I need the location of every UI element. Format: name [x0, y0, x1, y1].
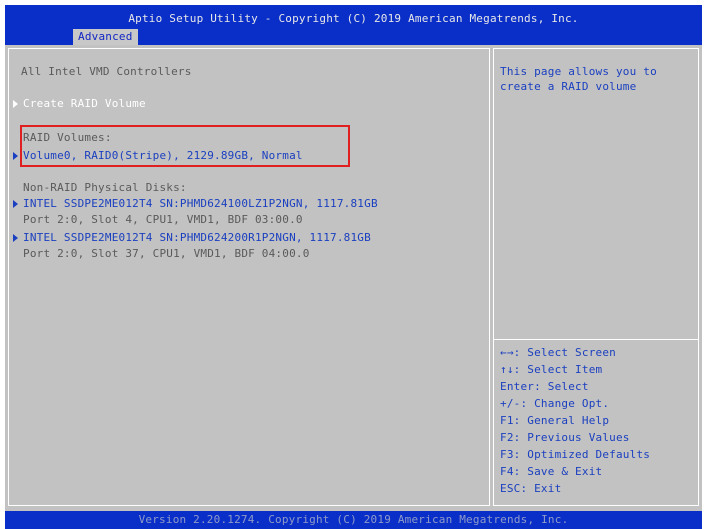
- submenu-arrow-icon: [13, 234, 18, 242]
- key-hint: Enter: Select: [500, 380, 589, 393]
- settings-panel: All Intel VMD Controllers Create RAID Vo…: [8, 48, 490, 506]
- disk-location: Port 2:0, Slot 4, CPU1, VMD1, BDF 03:00.…: [23, 213, 303, 226]
- main-area: All Intel VMD Controllers Create RAID Vo…: [5, 45, 702, 511]
- disk-location: Port 2:0, Slot 37, CPU1, VMD1, BDF 04:00…: [23, 247, 310, 260]
- disk-name: INTEL SSDPE2ME012T4 SN:PHMD624100LZ1P2NG…: [23, 197, 378, 210]
- key-hint: ←→: Select Screen: [500, 346, 616, 359]
- help-text-line: This page allows you to: [500, 65, 657, 78]
- footer-bar: Version 2.20.1274. Copyright (C) 2019 Am…: [5, 511, 702, 529]
- create-raid-volume-item[interactable]: Create RAID Volume: [13, 97, 146, 111]
- disk-item[interactable]: INTEL SSDPE2ME012T4 SN:PHMD624100LZ1P2NG…: [13, 197, 378, 211]
- help-text-line: create a RAID volume: [500, 80, 637, 93]
- raid-volumes-highlight: [20, 125, 350, 167]
- header-bar: Aptio Setup Utility - Copyright (C) 2019…: [5, 5, 702, 45]
- app-title: Aptio Setup Utility - Copyright (C) 2019…: [128, 12, 579, 25]
- key-hint: F4: Save & Exit: [500, 465, 603, 478]
- version-text: Version 2.20.1274. Copyright (C) 2019 Am…: [138, 513, 569, 526]
- help-divider: [494, 339, 698, 340]
- create-raid-volume-label: Create RAID Volume: [23, 97, 146, 110]
- tab-advanced[interactable]: Advanced: [73, 29, 138, 45]
- submenu-arrow-icon: [13, 152, 18, 160]
- page-heading: All Intel VMD Controllers: [21, 65, 192, 78]
- submenu-arrow-icon: [13, 100, 18, 108]
- key-hint: F2: Previous Values: [500, 431, 630, 444]
- key-hint: F1: General Help: [500, 414, 610, 427]
- non-raid-label: Non-RAID Physical Disks:: [23, 181, 187, 194]
- disk-item[interactable]: INTEL SSDPE2ME012T4 SN:PHMD624200R1P2NGN…: [13, 231, 371, 245]
- help-panel: This page allows you to create a RAID vo…: [493, 48, 699, 506]
- key-hint: F3: Optimized Defaults: [500, 448, 651, 461]
- key-hint: ↑↓: Select Item: [500, 363, 603, 376]
- disk-name: INTEL SSDPE2ME012T4 SN:PHMD624200R1P2NGN…: [23, 231, 371, 244]
- submenu-arrow-icon: [13, 200, 18, 208]
- key-hint: ESC: Exit: [500, 482, 562, 495]
- bios-screen: Aptio Setup Utility - Copyright (C) 2019…: [0, 0, 707, 529]
- key-hint: +/-: Change Opt.: [500, 397, 610, 410]
